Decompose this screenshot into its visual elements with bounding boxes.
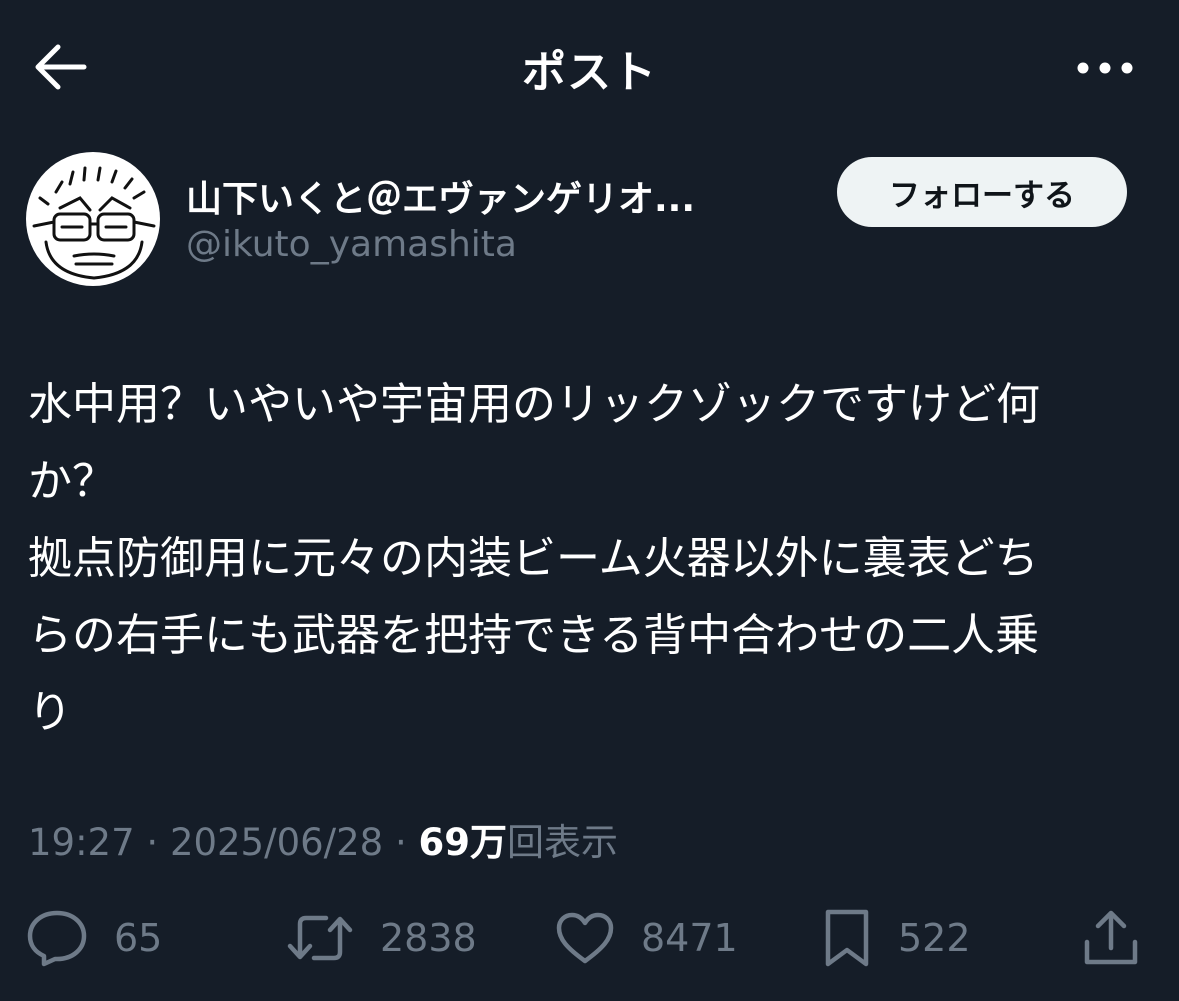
post-date[interactable]: 2025/06/28: [170, 821, 383, 864]
meta-separator: ·: [394, 821, 407, 864]
reply-count: 65: [114, 916, 163, 960]
reply-icon: [27, 910, 87, 967]
bookmark-icon: [825, 909, 869, 967]
repost-count: 2838: [380, 916, 477, 960]
bookmark-button[interactable]: 522: [822, 900, 971, 976]
reply-button[interactable]: 65: [26, 900, 162, 976]
post-text: 水中用？いやいや宇宙用のリックゾックですけど何 か？ 拠点防御用に元々の内装ビー…: [28, 379, 1040, 738]
repost-icon: [287, 915, 353, 961]
share-button[interactable]: [1082, 900, 1140, 976]
avatar-illustration: [32, 166, 156, 280]
views-label: 回表示: [507, 821, 618, 864]
like-button[interactable]: 8471: [555, 900, 738, 976]
avatar[interactable]: [26, 152, 160, 286]
post-meta: 19:27 · 2025/06/28 · 69万回表示: [28, 812, 618, 866]
bookmark-count: 522: [898, 916, 971, 960]
post-time[interactable]: 19:27: [28, 821, 135, 864]
repost-button[interactable]: 2838: [286, 900, 477, 976]
share-icon: [1084, 910, 1138, 965]
like-count: 8471: [641, 916, 738, 960]
views-count[interactable]: 69万: [419, 821, 508, 864]
author-handle[interactable]: @ikuto_yamashita: [186, 224, 517, 265]
action-bar: 65 2838 8471 522: [0, 900, 1179, 976]
more-options-button[interactable]: [1067, 40, 1143, 96]
post-detail-screen: ポスト 山下いくと＠エヴァンゲリオ... @ikuto_yamashita フォ…: [0, 0, 1179, 1001]
heart-icon: [556, 912, 614, 964]
page-title: ポスト: [522, 47, 657, 98]
author-display-name[interactable]: 山下いくと＠エヴァンゲリオ...: [186, 170, 786, 222]
more-horizontal-icon: [1077, 62, 1133, 74]
meta-separator: ·: [146, 821, 159, 864]
follow-button[interactable]: フォローする: [837, 157, 1127, 227]
